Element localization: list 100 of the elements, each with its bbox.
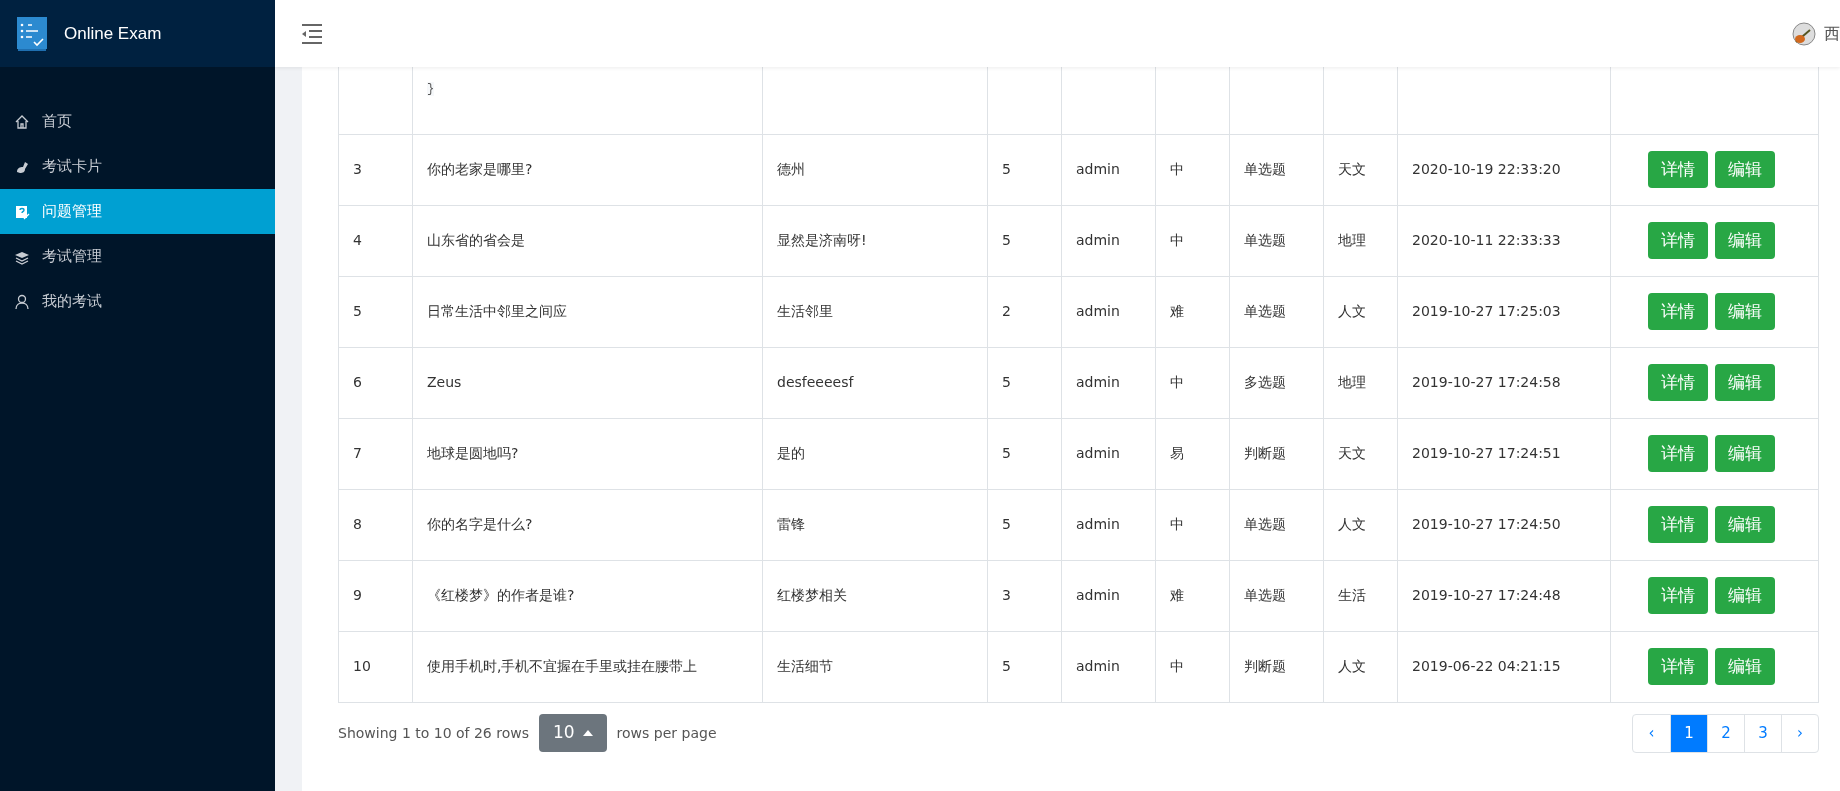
avatar-icon[interactable] — [1792, 21, 1816, 46]
table-cell: 是的 — [762, 418, 988, 489]
details-button[interactable]: 详情 — [1647, 221, 1708, 260]
table-cell: 6 — [338, 347, 413, 418]
table-cell: 2019-10-27 17:25:03 — [1397, 276, 1611, 347]
edit-button[interactable]: 编辑 — [1714, 292, 1775, 331]
user-icon — [14, 293, 30, 310]
details-button[interactable]: 详情 — [1647, 363, 1708, 402]
table-cell: 5 — [338, 276, 413, 347]
table-cell: 2020-10-19 22:33:20 — [1397, 134, 1611, 205]
edit-button[interactable]: 编辑 — [1714, 434, 1775, 473]
table-cell: 地球是圆地吗? — [412, 418, 763, 489]
table-cell: 显然是济南呀! — [762, 205, 988, 276]
page-link[interactable]: 3 — [1744, 714, 1781, 752]
table-cell: 中 — [1155, 347, 1230, 418]
table-cell: 日常生活中邻里之间应 — [412, 276, 763, 347]
table-cell: 生活邻里 — [762, 276, 988, 347]
table-cell: 2019-10-27 17:24:50 — [1397, 489, 1611, 560]
table-cell: 人文 — [1323, 276, 1398, 347]
table-cell: 单选题 — [1229, 560, 1324, 631]
table-cell: 红楼梦相关 — [762, 560, 988, 631]
table-cell: 5 — [987, 347, 1062, 418]
table-cell: 你的名字是什么? — [412, 489, 763, 560]
table-cell: 5 — [987, 205, 1062, 276]
table-cell: 2020-10-11 22:33:33 — [1397, 205, 1611, 276]
page-size-dropdown[interactable]: 10 — [538, 714, 607, 752]
page-size-label: rows per page — [616, 723, 717, 743]
table-cell: admin — [1061, 631, 1156, 702]
table-cell: 10 — [338, 631, 413, 702]
logo-icon — [16, 15, 48, 52]
sidebar-item[interactable]: 我的考试 — [0, 279, 275, 324]
page-link[interactable]: › — [1781, 714, 1818, 752]
table-cell: 山东省的省会是 — [412, 205, 763, 276]
home-icon — [14, 113, 30, 130]
table-cell: 多选题 — [1229, 347, 1324, 418]
table-cell: admin — [1061, 489, 1156, 560]
table-cell: 《红楼梦》的作者是谁? — [412, 560, 763, 631]
table-cell: 生活细节 — [762, 631, 988, 702]
table-cell: 人文 — [1323, 631, 1398, 702]
table-cell: 中 — [1155, 205, 1230, 276]
sidebar-item[interactable]: 考试卡片 — [0, 144, 275, 189]
table-cell: 人文 — [1323, 489, 1398, 560]
table-cell: admin — [1061, 205, 1156, 276]
table-cell: admin — [1061, 418, 1156, 489]
table-cell: Zeus — [412, 347, 763, 418]
table-cell: 8 — [338, 489, 413, 560]
table-cell: 2019-10-27 17:24:58 — [1397, 347, 1611, 418]
table-cell: 单选题 — [1229, 205, 1324, 276]
edit-button[interactable]: 编辑 — [1714, 150, 1775, 189]
table-cell: 使用手机时,手机不宜握在手里或挂在腰带上 — [412, 631, 763, 702]
table-cell: 判断题 — [1229, 418, 1324, 489]
table-cell: 易 — [1155, 418, 1230, 489]
table-cell: 难 — [1155, 560, 1230, 631]
details-button[interactable]: 详情 — [1647, 150, 1708, 189]
sidebar-item[interactable]: 考试管理 — [0, 234, 275, 279]
table-cell: 难 — [1155, 276, 1230, 347]
edit-button[interactable]: 编辑 — [1714, 363, 1775, 402]
table-cell: 单选题 — [1229, 489, 1324, 560]
edit-button[interactable]: 编辑 — [1714, 647, 1775, 686]
page-link[interactable]: 1 — [1670, 714, 1707, 752]
table-cell: 雷锋 — [762, 489, 988, 560]
table-cell: desfeeeesf — [762, 347, 988, 418]
table-cell: 天文 — [1323, 418, 1398, 489]
details-button[interactable]: 详情 — [1647, 434, 1708, 473]
table-cell: 生活 — [1323, 560, 1398, 631]
edit-button[interactable]: 编辑 — [1714, 505, 1775, 544]
menu-icon[interactable] — [301, 23, 323, 44]
table-cell: 4 — [338, 205, 413, 276]
table-cell: 地理 — [1323, 347, 1398, 418]
table-cell: 2 — [987, 276, 1062, 347]
table-cell: admin — [1061, 276, 1156, 347]
table-cell: 2019-10-27 17:24:48 — [1397, 560, 1611, 631]
page-link[interactable]: ‹ — [1633, 714, 1670, 752]
table-cell: 5 — [987, 134, 1062, 205]
details-button[interactable]: 详情 — [1647, 647, 1708, 686]
table-cell: 你的老家是哪里? — [412, 134, 763, 205]
question-icon — [14, 203, 30, 220]
sidebar-item[interactable]: 首页 — [0, 99, 275, 144]
app-title: Online Exam — [64, 22, 162, 45]
edit-button[interactable]: 编辑 — [1714, 221, 1775, 260]
table-cell: 中 — [1155, 489, 1230, 560]
details-button[interactable]: 详情 — [1647, 576, 1708, 615]
table-cell: 中 — [1155, 134, 1230, 205]
rows-summary: Showing 1 to 10 of 26 rows — [338, 723, 529, 743]
details-button[interactable]: 详情 — [1647, 505, 1708, 544]
edit-button[interactable]: 编辑 — [1714, 576, 1775, 615]
table-cell: admin — [1061, 134, 1156, 205]
table-cell: admin — [1061, 347, 1156, 418]
table-cell: 9 — [338, 560, 413, 631]
table-cell: 单选题 — [1229, 276, 1324, 347]
code-text: } — [427, 82, 435, 96]
table-cell: 判断题 — [1229, 631, 1324, 702]
user-name[interactable]: 西 — [1824, 21, 1840, 46]
details-button[interactable]: 详情 — [1647, 292, 1708, 331]
table-cell: 天文 — [1323, 134, 1398, 205]
table-cell: 地理 — [1323, 205, 1398, 276]
table-cell: 3 — [987, 560, 1062, 631]
page-link[interactable]: 2 — [1707, 714, 1744, 752]
table-cell: 单选题 — [1229, 134, 1324, 205]
sidebar-item[interactable]: 问题管理 — [0, 189, 275, 234]
